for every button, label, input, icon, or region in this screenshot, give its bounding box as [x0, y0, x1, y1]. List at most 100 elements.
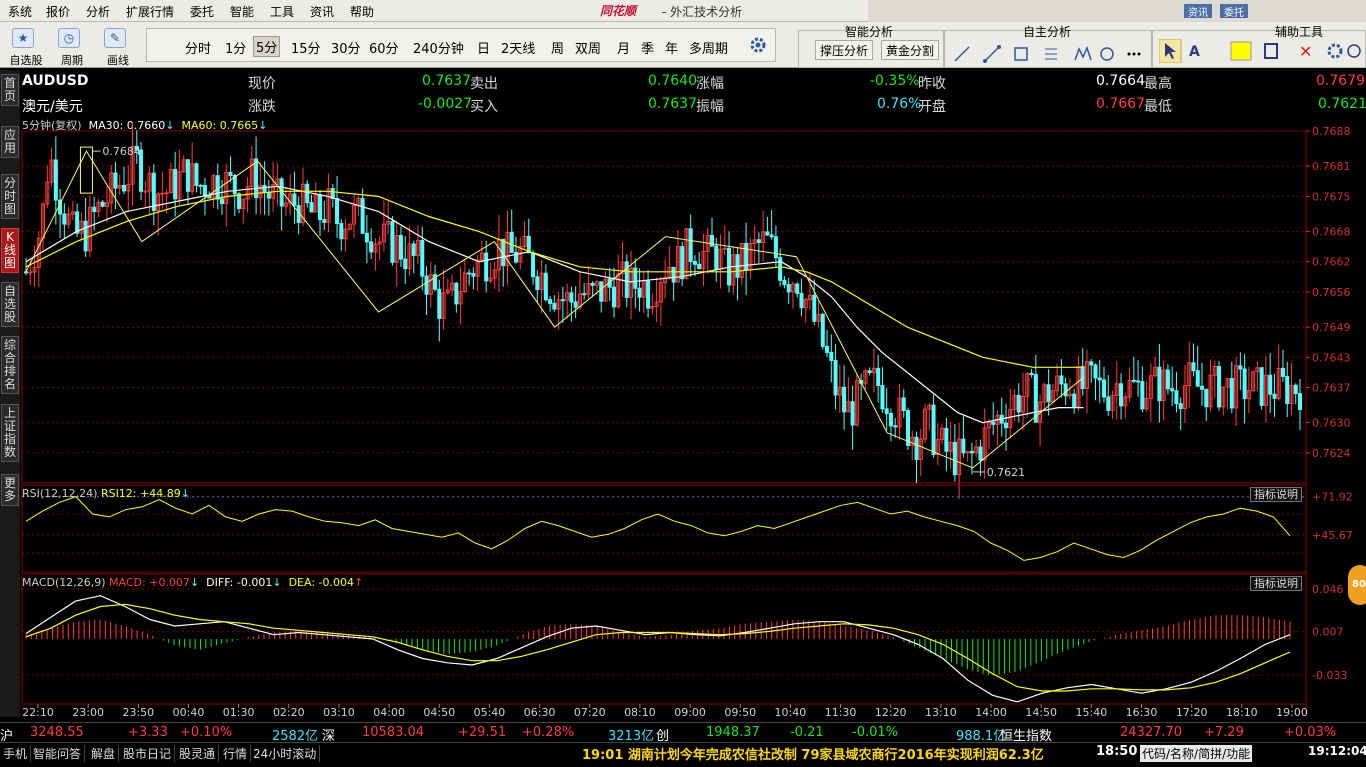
- index-bar-item: -0.01%: [852, 725, 898, 740]
- time-tick-label: 00:40: [173, 706, 205, 719]
- kline-chart[interactable]: 0.7684 0.7621 0.76880.76810.76750.76680.7…: [0, 0, 1366, 722]
- candle-body: [1195, 370, 1200, 387]
- candle-body: [991, 421, 996, 425]
- status-qa[interactable]: 智能问答: [30, 745, 86, 762]
- candle-body: [1093, 364, 1098, 379]
- candle-body: [680, 246, 685, 280]
- candle-body: [1157, 366, 1162, 402]
- status-diary[interactable]: 股市日记: [120, 745, 176, 762]
- candle-body: [454, 282, 459, 305]
- macd-explain-button[interactable]: 指标说明: [1250, 576, 1302, 591]
- candle-body: [1072, 393, 1077, 408]
- candle-body: [1204, 388, 1209, 408]
- candle-body: [83, 220, 88, 252]
- rsi-explain-button[interactable]: 指标说明: [1250, 487, 1302, 502]
- candle-body: [151, 172, 156, 212]
- candle-body: [590, 282, 595, 286]
- macd-tick-label: 0.046: [1312, 583, 1344, 596]
- status-mobile[interactable]: 手机: [0, 745, 32, 762]
- candle-body: [599, 281, 604, 302]
- price-axis: 0.7688 0.7681 0.7675 0.7668 0.7662 0.7656 0.76…: [1306, 125, 1351, 460]
- macd-panel-frame: [21, 573, 1307, 705]
- candle-body: [339, 223, 344, 240]
- candle-body: [185, 159, 190, 192]
- candle-body: [833, 359, 838, 396]
- candle-body: [420, 239, 425, 277]
- candle-body: [237, 193, 242, 209]
- status-24h[interactable]: 24小时滚动: [250, 745, 321, 762]
- index-bar-item: +3.33: [128, 725, 168, 740]
- candle-body: [633, 267, 638, 289]
- candle-body: [471, 272, 476, 277]
- candle-body: [198, 184, 203, 187]
- candle-body: [906, 410, 910, 446]
- index-bar-item: +0.28%: [522, 725, 575, 740]
- time-axis: 22:10 23:00 23:50 00:40 01:30 02:20 03:10 04:00…: [22, 704, 1308, 719]
- time-tick-label: 09:00: [674, 706, 706, 719]
- candle-body: [880, 384, 885, 410]
- price-tick-label: 0.7649: [1312, 321, 1351, 334]
- candle-body: [1097, 377, 1102, 381]
- candle-body: [850, 401, 855, 426]
- candle-body: [1280, 367, 1285, 377]
- candle-body: [931, 404, 936, 456]
- candle-body: [786, 284, 791, 293]
- time-tick-label: 14:00: [975, 706, 1007, 719]
- rsi-line: [25, 496, 1291, 561]
- candle-body: [62, 213, 67, 225]
- price-tick-label: 0.7668: [1312, 226, 1351, 239]
- ma60-line: [25, 190, 1084, 368]
- news-time: 18:50: [1096, 744, 1138, 759]
- candle-body: [75, 211, 80, 234]
- candle-body: [1165, 369, 1170, 390]
- candle-body: [952, 441, 957, 476]
- candle-body: [1285, 375, 1290, 404]
- candle-body: [467, 272, 472, 275]
- candle-body: [820, 313, 825, 347]
- candle-body: [688, 228, 693, 263]
- candle-body: [795, 283, 800, 294]
- candle-body: [24, 271, 28, 274]
- news-ticker[interactable]: 19:01 湖南计划今年完成农信社改制 79家县域农商行2016年实现利润62.…: [582, 744, 1044, 763]
- candle-body: [403, 258, 408, 270]
- candle-body: [969, 450, 974, 454]
- price-tick-label: 0.7681: [1312, 160, 1351, 173]
- macd-legend: MACD(12,26,9) MACD: +0.007↓ DIFF: -0.001…: [22, 576, 363, 589]
- high-annotation: 0.7684: [102, 145, 141, 158]
- candle-body: [173, 169, 178, 200]
- time-tick-label: 09:50: [724, 706, 756, 719]
- candle-body: [1119, 383, 1124, 407]
- rsi-label: RSI(12,12,24): [22, 487, 98, 500]
- diff-value: DIFF: -0.001: [206, 576, 273, 589]
- index-bar-item: 3248.55: [30, 725, 84, 740]
- status-market[interactable]: 行情: [220, 745, 252, 762]
- time-tick-label: 08:10: [624, 706, 656, 719]
- macd-panel: 0.046 0.007 -0.033: [21, 573, 1347, 705]
- time-tick-label: 07:20: [574, 706, 606, 719]
- candle-body: [143, 190, 148, 193]
- candle-body: [1131, 379, 1136, 382]
- candle-body: [254, 158, 259, 199]
- candle-body: [1089, 361, 1094, 366]
- status-lingtong[interactable]: 股灵通: [176, 745, 220, 762]
- candle-body: [194, 163, 199, 186]
- candle-body: [1174, 390, 1179, 405]
- candle-body: [744, 243, 749, 271]
- time-tick-label: 23:00: [72, 706, 104, 719]
- index-bar-item: +0.03%: [1284, 725, 1337, 740]
- candle-body: [884, 408, 889, 415]
- status-jiepan[interactable]: 解盘: [88, 745, 120, 762]
- rsi-arrow-icon: ↓: [180, 487, 190, 500]
- low-annotation: 0.7621: [987, 466, 1026, 479]
- rsi-panel: +71.92 +45.67: [21, 484, 1353, 573]
- candle-body: [812, 294, 817, 322]
- floating-badge[interactable]: 80: [1348, 565, 1366, 605]
- candle-body: [526, 235, 531, 254]
- candle-body: [1029, 372, 1034, 375]
- code-search-input[interactable]: 代码/名称/简拼/功能: [1140, 745, 1253, 762]
- index-bar-item: +29.51: [458, 725, 507, 740]
- time-tick-label: 15:40: [1076, 706, 1108, 719]
- candle-body: [1229, 378, 1234, 409]
- time-tick-label: 03:10: [323, 706, 355, 719]
- candle-body: [692, 261, 697, 265]
